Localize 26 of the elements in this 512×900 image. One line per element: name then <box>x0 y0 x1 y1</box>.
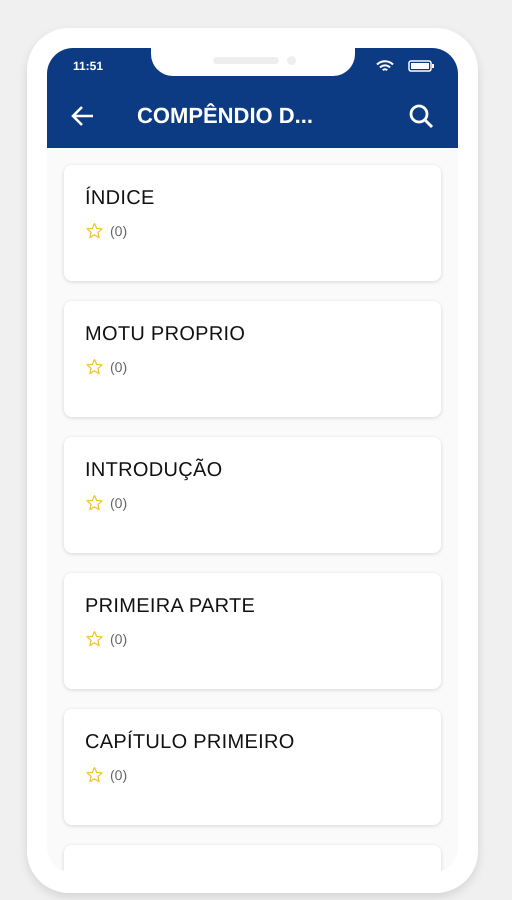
section-card[interactable]: CAPÍTULO PRIMEIRO (0) <box>64 709 441 825</box>
rating-count: (0) <box>110 631 128 647</box>
section-card[interactable]: ÍNDICE (0) <box>64 165 441 281</box>
back-arrow-icon[interactable] <box>71 105 95 127</box>
section-card[interactable]: INTRODUÇÃO (0) <box>64 437 441 553</box>
section-title: ÍNDICE <box>85 187 156 210</box>
wifi-icon <box>376 60 394 72</box>
star-icon[interactable] <box>85 358 104 376</box>
star-icon[interactable] <box>85 222 104 240</box>
rating-count: (0) <box>110 495 128 511</box>
star-icon[interactable] <box>85 630 104 648</box>
rating-count: (0) <box>110 359 128 375</box>
star-icon[interactable] <box>85 494 104 512</box>
section-card[interactable]: MOTU PROPRIO (0) <box>64 301 441 417</box>
section-title: INTRODUÇÃO <box>85 459 224 482</box>
section-title: PRIMEIRA PARTE <box>85 595 256 618</box>
section-title: CAPÍTULO PRIMEIRO <box>85 731 296 754</box>
search-icon[interactable] <box>408 103 434 129</box>
star-icon[interactable] <box>85 766 104 784</box>
section-card[interactable]: PRIMEIRA PARTE (0) <box>64 573 441 689</box>
rating-count: (0) <box>110 223 128 239</box>
battery-icon <box>408 60 434 72</box>
screen-title: COMPÊNDIO D... <box>137 103 314 129</box>
status-time: 11:51 <box>73 59 104 73</box>
section-title: MOTU PROPRIO <box>85 323 246 346</box>
rating-count: (0) <box>110 767 128 783</box>
